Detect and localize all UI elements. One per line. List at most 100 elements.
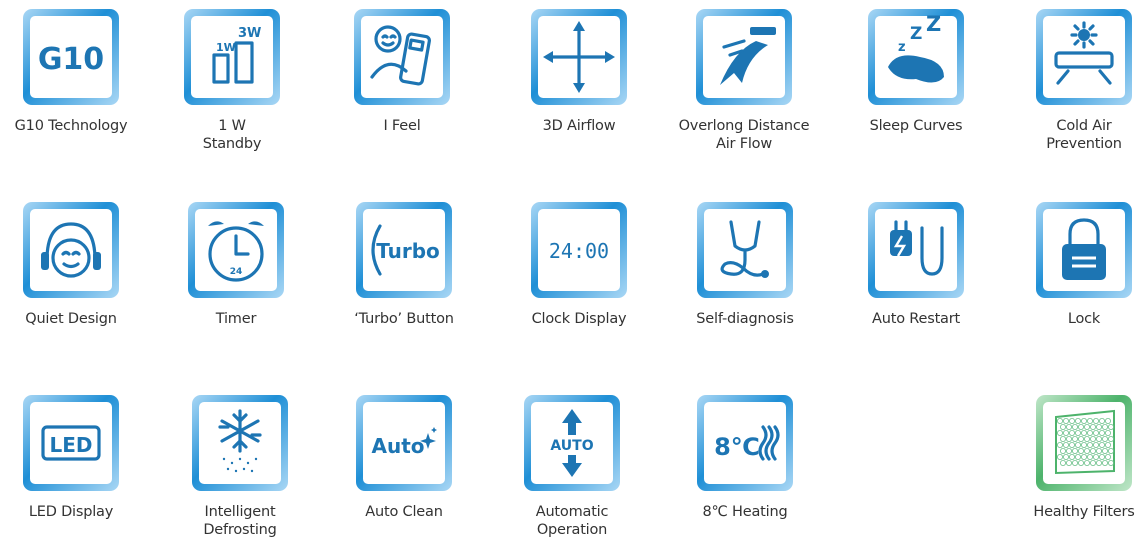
feature-tile: 1W 3W [182, 7, 282, 107]
g10-icon: G10 [23, 9, 119, 105]
feature-defrost: Intelligent Defrosting [165, 393, 315, 539]
feature-label-line: Clock Display [531, 311, 627, 327]
heat-waves-icon: 8℃ [697, 395, 793, 491]
feature-tile [694, 7, 794, 107]
feature-label-line: Prevention [1046, 136, 1122, 152]
feature-tile [695, 200, 795, 300]
icon-text: Turbo [376, 239, 440, 263]
digital-clock-icon: 24:00 [531, 202, 627, 298]
stethoscope-icon [697, 202, 793, 298]
svg-text:1W: 1W [216, 41, 236, 54]
feature-lock: Lock [1009, 200, 1141, 328]
feature-tile [529, 7, 629, 107]
feature-label-line: Automatic [535, 504, 609, 520]
svg-text:Z: Z [910, 24, 922, 44]
feature-label: ‘Turbo’ Button [329, 310, 479, 328]
long-airflow-icon [696, 9, 792, 105]
feature-diagnosis: Self-diagnosis [670, 200, 820, 328]
feature-tile: 24:00 [529, 200, 629, 300]
feature-tile: Auto [354, 393, 454, 493]
feature-label: Quiet Design [0, 310, 146, 328]
feature-overlong: Overlong Distance Air Flow [669, 7, 819, 153]
feature-tile [352, 7, 452, 107]
feature-label: G10 Technology [0, 117, 146, 135]
feature-tile: z Z Z [866, 7, 966, 107]
feature-tile [1034, 200, 1134, 300]
feature-tile: 8℃ [695, 393, 795, 493]
icon-text: 24:00 [549, 239, 609, 263]
feature-label-line: Defrosting [203, 522, 277, 538]
headphones-face-icon [23, 202, 119, 298]
feature-autoop: AUTO Automatic Operation [497, 393, 647, 539]
feature-turbo: Turbo ‘Turbo’ Button [329, 200, 479, 328]
standby-bars-icon: 1W 3W [184, 9, 280, 105]
feature-ifeel: I Feel [327, 7, 477, 135]
auto-arrows-icon: AUTO [524, 395, 620, 491]
feature-filters: Healthy Filters [1009, 393, 1141, 521]
feature-label: 3D Airflow [504, 117, 654, 135]
led-icon: LED [23, 395, 119, 491]
feature-standby: 1W 3W 1 W Standby [157, 7, 307, 153]
feature-label: Intelligent Defrosting [165, 503, 315, 539]
feature-tile [1034, 393, 1134, 493]
feature-label: 1 W Standby [157, 117, 307, 153]
feature-led: LED LED Display [0, 393, 146, 521]
feature-tile: Turbo [354, 200, 454, 300]
feature-heating: 8℃ 8℃ Heating [670, 393, 820, 521]
feature-label-line: 3D Airflow [542, 118, 616, 134]
feature-label-line: Sleep Curves [869, 118, 963, 134]
feature-label: LED Display [0, 503, 146, 521]
honeycomb-filter-icon [1036, 395, 1132, 491]
svg-text:3W: 3W [238, 26, 261, 41]
feature-label-line: Timer [215, 311, 257, 327]
icon-text: Auto [371, 434, 424, 458]
feature-label-line: Quiet Design [25, 311, 117, 327]
feature-label-line: G10 Technology [14, 118, 128, 134]
feature-g10: G10 G10 Technology [0, 7, 146, 135]
feature-label: Auto Restart [841, 310, 991, 328]
turbo-icon: Turbo [356, 202, 452, 298]
feature-tile [21, 200, 121, 300]
feature-clock: 24:00 Clock Display [504, 200, 654, 328]
feature-label-line: Operation [536, 522, 608, 538]
feature-autoclean: Auto Auto Clean [329, 393, 479, 521]
feature-label-line: Intelligent [204, 504, 276, 520]
feature-airflow3d: 3D Airflow [504, 7, 654, 135]
sleep-pillow-icon: z Z Z [868, 9, 964, 105]
feature-tile [190, 393, 290, 493]
feature-label-line: Healthy Filters [1033, 504, 1135, 520]
feature-label-line: ‘Turbo’ Button [354, 311, 454, 327]
four-arrows-icon [531, 9, 627, 105]
feature-label: Sleep Curves [841, 117, 991, 135]
feature-tile [1034, 7, 1134, 107]
feature-quiet: Quiet Design [0, 200, 146, 328]
feature-coldair: Cold Air Prevention [1009, 7, 1141, 153]
feature-label: 8℃ Heating [670, 503, 820, 521]
feature-label-line: Air Flow [715, 136, 773, 152]
feature-tile: 24 [186, 200, 286, 300]
icon-text: 24 [230, 267, 243, 277]
feature-label: Self-diagnosis [670, 310, 820, 328]
icon-text: G10 [38, 42, 104, 77]
feature-timer: 24 Timer [161, 200, 311, 328]
feature-sleep: z Z Z Sleep Curves [841, 7, 991, 135]
power-plug-icon [868, 202, 964, 298]
feature-label-line: I Feel [383, 118, 421, 134]
feature-label: Auto Clean [329, 503, 479, 521]
svg-text:z: z [898, 40, 906, 55]
feature-label-line: 1 W [218, 118, 246, 134]
feature-label-line: Lock [1067, 311, 1101, 327]
feature-label-line: LED Display [28, 504, 114, 520]
auto-clean-sparkle-icon: Auto [356, 395, 452, 491]
feature-label-line: 8℃ Heating [702, 504, 788, 520]
feature-label: I Feel [327, 117, 477, 135]
feature-label-line: Standby [202, 136, 262, 152]
feature-label: Overlong Distance Air Flow [669, 117, 819, 153]
feature-label-line: Auto Clean [365, 504, 443, 520]
icon-text: AUTO [550, 438, 593, 454]
remote-control-icon [354, 9, 450, 105]
icon-text: LED [49, 433, 92, 457]
icon-text: 8℃ [714, 433, 760, 461]
feature-tile [866, 200, 966, 300]
feature-tile: G10 [21, 7, 121, 107]
